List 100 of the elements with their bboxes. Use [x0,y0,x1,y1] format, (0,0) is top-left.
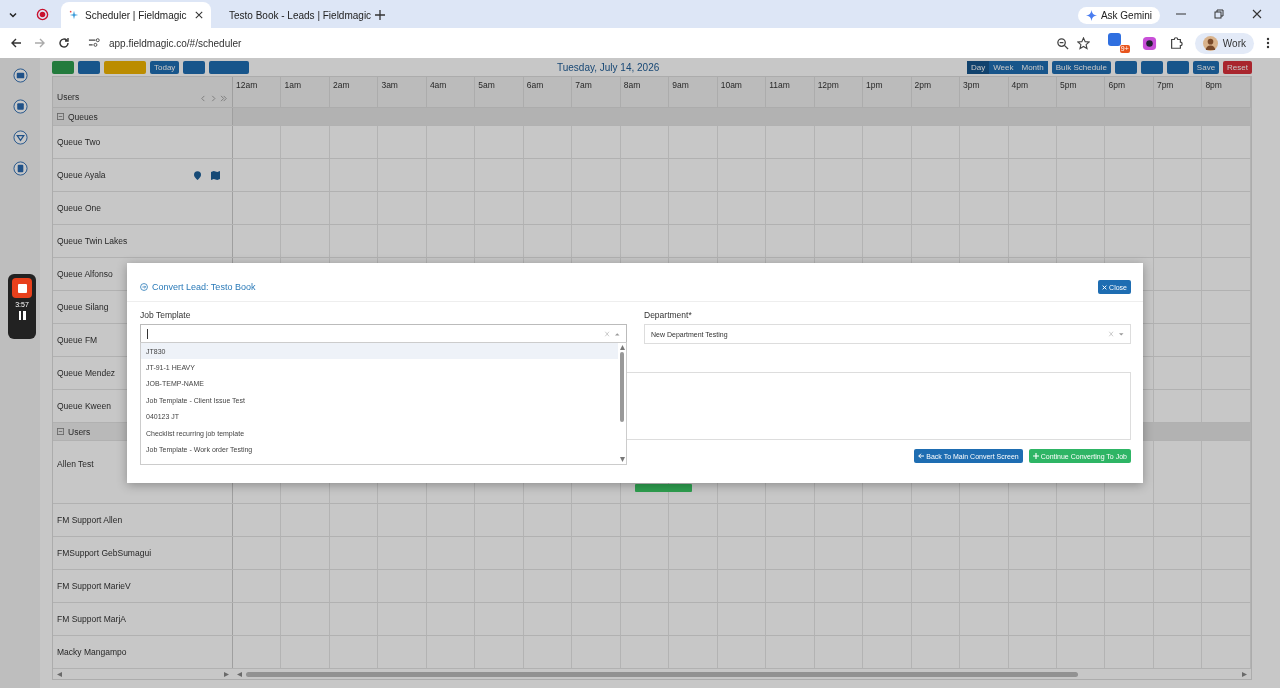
record-icon[interactable] [36,8,49,21]
resource-name: Allen Test [57,459,94,469]
camera-extension-icon[interactable] [1141,35,1157,51]
document-icon[interactable] [12,161,28,176]
resource-name: FMSupport GebSumagui [57,548,152,558]
resource-name: Queue Ayala [57,170,106,180]
save-button[interactable]: Save [1192,60,1220,74]
reset-button[interactable]: Reset [1223,60,1252,74]
scroll-right-icon[interactable] [1242,671,1247,677]
bulk-schedule-button[interactable]: Bulk Schedule [1051,60,1111,74]
reload-icon[interactable] [58,37,70,49]
collapse-icon[interactable] [57,428,64,435]
scroll-down-icon[interactable] [619,457,625,462]
settings-button[interactable] [1166,60,1189,74]
hour-header: 11am [766,77,815,107]
hour-header: 5am [475,77,524,107]
resource-name: Queue Kween [57,401,111,411]
hour-header: 8am [620,77,670,107]
hour-header: 3pm [960,77,1009,107]
hour-header: 9am [669,77,718,107]
sparkle-icon [1085,10,1097,21]
hour-header: 4am [426,77,476,107]
resource-name: FM Support MarjA [57,614,126,624]
list-icon[interactable] [12,68,28,83]
stop-button[interactable] [12,278,32,298]
calendar-button[interactable] [183,60,206,74]
prev-next-button[interactable] [209,60,250,74]
group-label: Users [68,426,91,437]
hour-header: 6am [523,77,573,107]
hour-header: 2am [329,77,379,107]
collapse-icon[interactable] [57,113,64,120]
site-settings-icon[interactable] [88,38,101,48]
hour-header: 3am [378,77,427,107]
close-icon[interactable] [1252,9,1262,19]
swap-button[interactable] [1114,60,1137,74]
scroll-right-icon[interactable] [224,671,229,677]
date-heading: Tuesday, July 14, 2026 [556,61,661,73]
forward-icon[interactable] [34,37,46,49]
map-icon[interactable] [211,170,220,180]
hour-header: 7am [572,77,621,107]
tab-title: Testo Book - Leads | Fieldmagic [229,9,372,21]
pause-icon[interactable] [18,311,26,320]
resource-name: Queue Alfonso [57,269,113,279]
field-label: Department* [644,310,693,322]
resource-name: Queue Mendez [57,368,116,378]
scroll-left-icon[interactable] [57,671,62,677]
close-icon [1102,284,1108,290]
hour-header: 5pm [1056,77,1106,107]
user-button[interactable] [78,60,100,74]
bookmark-star-icon[interactable] [1076,36,1090,50]
resource-name: Macky Mangampo [57,647,127,657]
hour-header: 12am [233,77,282,107]
dialog-title: Convert Lead: Testo Book [152,282,256,292]
profile-button[interactable]: Work [1194,32,1254,54]
hour-header: 7pm [1153,77,1203,107]
hour-header: 6pm [1105,77,1154,107]
hour-header: 10am [717,77,767,107]
zoom-icon[interactable] [1055,36,1069,50]
vertical-scrollbar[interactable] [618,343,626,464]
resource-name: FM Support Allen [57,515,123,525]
today-button[interactable]: Today [150,60,180,74]
calendar-icon[interactable] [12,99,28,114]
back-icon[interactable] [10,37,22,49]
hour-header: 8pm [1202,77,1251,107]
resource-name: Queue Silang [57,302,109,312]
add-button[interactable] [52,60,74,74]
group-label: Queues [68,111,98,122]
sparkle-icon [69,10,79,20]
hour-header: 4pm [1008,77,1057,107]
hour-header: 2pm [911,77,961,107]
pin-icon[interactable] [194,170,201,180]
resource-name: FM Support MarieV [57,581,131,591]
resource-name: Queue One [57,203,101,213]
url-text: app.fieldmagic.co/#/scheduler [109,37,242,49]
new-tab-icon[interactable] [375,10,385,20]
menu-icon[interactable] [1266,37,1270,49]
view-tab[interactable]: Month [1017,60,1048,74]
gemini-button[interactable]: Ask Gemini [1077,7,1160,24]
resource-name: Queue Two [57,137,101,147]
hour-header: 1am [281,77,330,107]
convert-icon [140,283,148,291]
hour-header: 12pm [814,77,864,107]
restore-icon[interactable] [1214,9,1224,19]
field-label: Job Template [140,310,192,322]
resource-name: Queue Twin Lakes [57,236,128,246]
puzzle-icon[interactable] [1168,36,1183,50]
users-heading: Users [57,92,80,102]
browser-tab[interactable]: Scheduler | Fieldmagic [61,2,211,28]
scroll-up-icon[interactable] [619,345,625,350]
grid-button[interactable] [1140,60,1163,74]
view-tab[interactable]: Day [966,60,990,74]
view-tab[interactable]: Week [989,60,1018,74]
close-icon[interactable] [195,11,203,19]
arrow-left-icon [918,453,925,459]
plus-icon [1032,453,1039,459]
scroll-left-icon[interactable] [237,671,242,677]
tab-list-icon[interactable] [8,10,18,20]
avatar-icon [1202,35,1218,51]
resource-name: Queue FM [57,335,98,345]
network-icon[interactable] [12,130,28,145]
